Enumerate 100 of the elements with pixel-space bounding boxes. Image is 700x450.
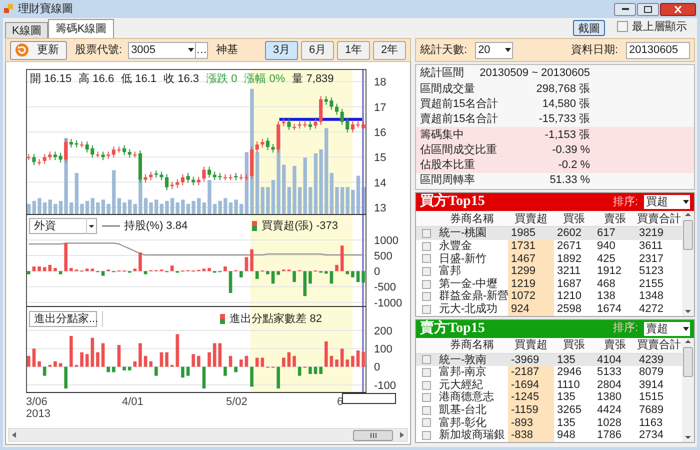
table-cell: 1731 <box>508 240 554 253</box>
table-cell-text: 1348 <box>638 290 664 303</box>
axis-tick-label: 13 <box>374 202 386 214</box>
sort-select[interactable]: 買超 <box>644 195 690 210</box>
period-button[interactable]: 2年 <box>373 40 406 60</box>
year-label: 2013 <box>26 408 50 420</box>
column-header[interactable]: 賣張 <box>594 336 636 354</box>
period-button[interactable]: 6月 <box>301 40 334 60</box>
table-cell-text: 第一金-中壢 <box>438 278 498 290</box>
table-cell-text: 425 <box>596 252 616 266</box>
stats-value: -0.2 <box>558 158 578 174</box>
column-header[interactable]: 買賣合計 <box>636 336 682 354</box>
table-cell: -2187 <box>508 366 554 379</box>
table-cell-text: 7689 <box>638 404 664 416</box>
column-header[interactable]: 買賣超 <box>508 210 554 228</box>
screenshot-button[interactable]: 截圖 <box>573 20 605 36</box>
table-cell-text: 948 <box>556 429 576 442</box>
column-header[interactable]: 賣張 <box>594 210 636 228</box>
stats-value: 298,768 <box>536 82 576 97</box>
table-cell-text: 4272 <box>638 302 664 316</box>
table-cell-text: 2671 <box>556 240 582 253</box>
table-cell-text: 3914 <box>638 378 664 392</box>
date-label: 3/06 <box>26 396 48 408</box>
table-cell: 924 <box>508 302 554 316</box>
table-row[interactable]: 統一-敦南 -3969 135 4104 4239 <box>416 354 682 366</box>
table-cell-text: 2317 <box>638 252 664 266</box>
stats-unit: % <box>580 158 590 174</box>
sort-label: 排序: <box>612 320 638 336</box>
refresh-button[interactable]: 更新 <box>10 40 67 60</box>
quote-item: 低 16.1 <box>121 72 157 87</box>
table-cell-text: 1786 <box>596 429 622 442</box>
table-cell: 1467 <box>508 252 554 266</box>
table-cell-text: 1110 <box>556 378 581 392</box>
axis-tick-label: 16 <box>374 126 386 139</box>
table-cell: -893 <box>508 416 554 430</box>
stats-label: 買超前15名合計 <box>420 96 498 112</box>
stats-label: 佔區間成交比重 <box>420 142 498 158</box>
table-cell: -1245 <box>508 391 554 404</box>
date-field[interactable]: 20130605 <box>626 42 690 58</box>
stats-label: 賣超前15名合計 <box>420 112 498 128</box>
table-cell-text: 元大-北成功 <box>438 302 499 316</box>
stats-unit: 張 <box>579 82 590 97</box>
quote-item: 漲幅 0% <box>244 72 286 87</box>
quote-item: 高 16.6 <box>78 72 114 87</box>
table-cell-text: 富邦 <box>438 265 462 278</box>
column-header[interactable]: 買賣合計 <box>636 210 682 228</box>
table-cell-text: 2946 <box>556 366 582 379</box>
tab[interactable]: 籌碼K線圖 <box>48 19 114 38</box>
table-cell-text: 1985 <box>510 227 536 240</box>
tab[interactable]: K線圖 <box>5 22 48 38</box>
axis-tick-label: 15 <box>374 152 386 164</box>
stock-name: 神基 <box>216 42 238 58</box>
table-cell-text: 富邦-南京 <box>438 366 488 379</box>
stats-value: 51.33 <box>550 173 578 188</box>
axis-tick-label: -100 <box>374 380 396 392</box>
sort-label: 排序: <box>612 194 638 210</box>
period-button[interactable]: 1年 <box>337 40 370 60</box>
column-header[interactable]: 買張 <box>554 210 594 228</box>
stats-label: 區間周轉率 <box>420 172 476 188</box>
stock-code-label: 股票代號: <box>75 42 122 58</box>
quote-item: 漲跌 0 <box>206 72 238 87</box>
holding-legend: 持股(%) 3.84 <box>124 218 188 234</box>
axis-tick-label: 0 <box>374 266 380 278</box>
column-header[interactable]: 券商名稱 <box>436 336 508 354</box>
axis-tick-label: 0 <box>374 362 380 374</box>
table-cell-text: 135 <box>556 354 576 366</box>
more-button[interactable]: … <box>196 42 208 58</box>
table-cell-text: 940 <box>596 240 616 253</box>
stats-unit: 張 <box>579 112 590 128</box>
table-cell-text: 2602 <box>556 227 582 240</box>
table-cell-text: 1163 <box>638 416 664 430</box>
stats-value: -0.39 <box>552 142 578 158</box>
table-cell-text: 群益金鼎-新營 <box>438 290 508 303</box>
table-cell-text: 617 <box>596 227 616 240</box>
table-cell-text: 統一-桃園 <box>438 227 488 240</box>
series-select[interactable]: 外資 <box>29 218 97 234</box>
table-row[interactable]: 統一-桃園 1985 2602 617 3219 <box>416 227 682 240</box>
always-on-top-label: 最上層顯示 <box>632 20 687 34</box>
table-cell-text: 2155 <box>638 278 664 290</box>
table-cell-text: 3211 <box>556 265 582 278</box>
period-button[interactable]: 3月 <box>265 40 298 60</box>
table-cell-text: 4239 <box>638 354 664 366</box>
table-cell: 1299 <box>508 265 554 278</box>
days-select[interactable]: 20 <box>475 42 514 58</box>
column-header[interactable]: 買張 <box>554 336 594 354</box>
table-cell: -1159 <box>508 404 554 416</box>
table-cell-text: 1515 <box>638 391 664 404</box>
table-cell-text: 1028 <box>596 416 622 430</box>
column-header[interactable]: 券商名稱 <box>436 210 508 228</box>
table-cell-text: 永豐金 <box>438 240 473 252</box>
table-cell: 1072 <box>508 290 554 303</box>
quote-item: 量 7,839 <box>292 72 334 87</box>
table-cell-text: 138 <box>596 290 616 303</box>
axis-tick-label: 17 <box>374 102 386 114</box>
stock-code-field[interactable]: 3005 <box>128 42 196 58</box>
table-cell-text: 統一-敦南 <box>438 354 488 366</box>
column-header[interactable]: 買賣超 <box>508 336 554 354</box>
sort-select[interactable]: 賣超 <box>644 322 690 336</box>
axis-tick-label: 18 <box>374 76 386 89</box>
table-cell-text: -3969 <box>510 354 540 366</box>
